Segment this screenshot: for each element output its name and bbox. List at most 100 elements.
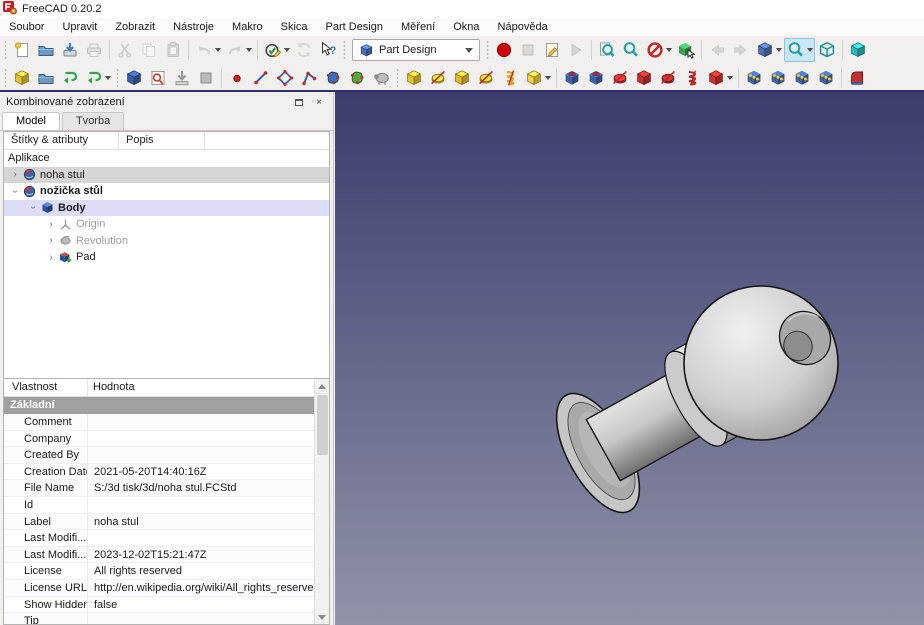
property-name[interactable]: License URL xyxy=(4,580,88,596)
validate-sketch-icon[interactable] xyxy=(194,66,218,90)
revolution-icon[interactable] xyxy=(426,66,450,90)
menu-okna[interactable]: Okna xyxy=(444,19,488,35)
property-name[interactable]: Company xyxy=(4,431,88,447)
property-value[interactable]: false xyxy=(88,597,314,613)
property-name[interactable]: Last Modifi... xyxy=(4,547,88,563)
copy-icon[interactable] xyxy=(137,38,161,62)
property-value[interactable]: All rights reserved xyxy=(88,563,314,579)
property-row-last-modifi-[interactable]: Last Modifi...2023-12-02T15:21:47Z xyxy=(4,547,314,564)
clone-icon[interactable] xyxy=(369,66,393,90)
property-row-tip[interactable]: Tip xyxy=(4,613,314,625)
datum-plane-icon[interactable] xyxy=(273,66,297,90)
subtractive-pipe-icon[interactable] xyxy=(656,66,680,90)
property-name[interactable]: Last Modifi... xyxy=(4,530,88,546)
property-row-file-name[interactable]: File NameS:/3d tisk/3d/noha stul.FCStd xyxy=(4,480,314,497)
fit-selection-icon[interactable] xyxy=(619,38,643,62)
property-value[interactable]: 2021-05-20T14:40:16Z xyxy=(88,464,314,480)
property-name[interactable]: Comment xyxy=(4,414,88,430)
property-value[interactable]: 2023-12-02T15:21:47Z xyxy=(88,547,314,563)
property-name[interactable]: License xyxy=(4,563,88,579)
menu-upravit[interactable]: Upravit xyxy=(53,19,106,35)
polar-pattern-icon[interactable] xyxy=(790,66,814,90)
menu-skica[interactable]: Skica xyxy=(272,19,317,35)
toolbar-handle[interactable] xyxy=(115,67,120,89)
whats-this-icon[interactable]: ? xyxy=(316,38,340,62)
save-icon[interactable] xyxy=(58,38,82,62)
property-row-created-by[interactable]: Created By xyxy=(4,447,314,464)
tree-row-pad[interactable]: ›Pad xyxy=(4,249,329,266)
open-file-icon[interactable] xyxy=(34,38,58,62)
edit-mode-icon[interactable] xyxy=(261,38,292,62)
create-group-icon[interactable] xyxy=(34,66,58,90)
tree-row-origin[interactable]: ›Origin xyxy=(4,216,329,233)
tree-row-aplikace[interactable]: Aplikace xyxy=(4,150,329,167)
mirrored-icon[interactable] xyxy=(742,66,766,90)
additive-pipe-icon[interactable] xyxy=(474,66,498,90)
3d-scene[interactable] xyxy=(335,92,924,625)
datum-line-icon[interactable] xyxy=(249,66,273,90)
tree-row-no-i-ka-st-l[interactable]: ›nožička stůl xyxy=(4,183,329,200)
property-value[interactable] xyxy=(88,447,314,463)
new-file-icon[interactable] xyxy=(10,38,34,62)
property-row-company[interactable]: Company xyxy=(4,431,314,448)
property-value[interactable]: http://en.wikipedia.org/wiki/All_rights_… xyxy=(88,580,314,596)
hole-icon[interactable] xyxy=(584,66,608,90)
menu-m-en-[interactable]: Měření xyxy=(392,19,444,35)
link-tools-icon[interactable] xyxy=(82,66,113,90)
paste-icon[interactable] xyxy=(161,38,185,62)
nav-back-icon[interactable] xyxy=(705,38,729,62)
point-icon[interactable] xyxy=(225,66,249,90)
tree-row-body[interactable]: ›Body xyxy=(4,200,329,217)
toolbar-handle[interactable] xyxy=(3,67,8,89)
property-row-label[interactable]: Labelnoha stul xyxy=(4,514,314,531)
nav-forward-icon[interactable] xyxy=(729,38,753,62)
shape-binder-icon[interactable] xyxy=(321,66,345,90)
property-row-last-modifi-[interactable]: Last Modifi... xyxy=(4,530,314,547)
zoom-tools-icon[interactable] xyxy=(784,38,815,62)
local-cs-icon[interactable] xyxy=(297,66,321,90)
refresh-icon[interactable] xyxy=(292,38,316,62)
pocket-icon[interactable] xyxy=(560,66,584,90)
panel-float-button[interactable] xyxy=(291,95,307,109)
subtractive-primitive-icon[interactable] xyxy=(704,66,735,90)
menu-n-pov-da[interactable]: Nápověda xyxy=(489,19,557,35)
pad-icon[interactable] xyxy=(402,66,426,90)
scroll-up-arrow[interactable] xyxy=(315,379,329,394)
map-sketch-icon[interactable] xyxy=(170,66,194,90)
toolbar-handle[interactable] xyxy=(342,39,347,61)
make-link-icon[interactable] xyxy=(58,66,82,90)
expand-arrow-icon[interactable]: › xyxy=(44,252,58,263)
create-part-icon[interactable] xyxy=(10,66,34,90)
property-name[interactable]: Created By xyxy=(4,447,88,463)
property-row-comment[interactable]: Comment xyxy=(4,414,314,431)
menu-part-design[interactable]: Part Design xyxy=(317,19,392,35)
property-name[interactable]: Creation Date xyxy=(4,464,88,480)
workbench-selector[interactable]: Part Design xyxy=(352,39,480,61)
undo-icon[interactable] xyxy=(192,38,223,62)
property-name[interactable]: File Name xyxy=(4,480,88,496)
select-bbox-icon[interactable] xyxy=(674,38,698,62)
scrollbar-thumb[interactable] xyxy=(317,395,328,455)
clipping-plane-icon[interactable] xyxy=(643,38,674,62)
property-value[interactable] xyxy=(88,497,314,513)
subtractive-loft-icon[interactable] xyxy=(632,66,656,90)
toolbar-handle[interactable] xyxy=(3,39,8,61)
fit-all-icon[interactable] xyxy=(595,38,619,62)
property-value[interactable]: noha stul xyxy=(88,514,314,530)
texture-view-icon[interactable] xyxy=(846,38,870,62)
macro-stop-icon[interactable] xyxy=(516,38,540,62)
property-value[interactable] xyxy=(88,530,314,546)
scroll-down-arrow[interactable] xyxy=(315,609,329,624)
property-name[interactable]: Label xyxy=(4,514,88,530)
property-row-show-hidden[interactable]: Show Hiddenfalse xyxy=(4,597,314,614)
panel-close-button[interactable]: × xyxy=(311,95,327,109)
property-scrollbar[interactable] xyxy=(314,379,329,624)
multi-transform-icon[interactable] xyxy=(814,66,838,90)
create-body-icon[interactable] xyxy=(122,66,146,90)
property-name[interactable]: Show Hidden xyxy=(4,597,88,613)
property-value[interactable] xyxy=(88,431,314,447)
collapse-arrow-icon[interactable]: › xyxy=(28,201,39,215)
property-value[interactable] xyxy=(88,414,314,430)
property-group-zakladni[interactable]: Základní xyxy=(4,397,329,414)
additive-loft-icon[interactable] xyxy=(450,66,474,90)
